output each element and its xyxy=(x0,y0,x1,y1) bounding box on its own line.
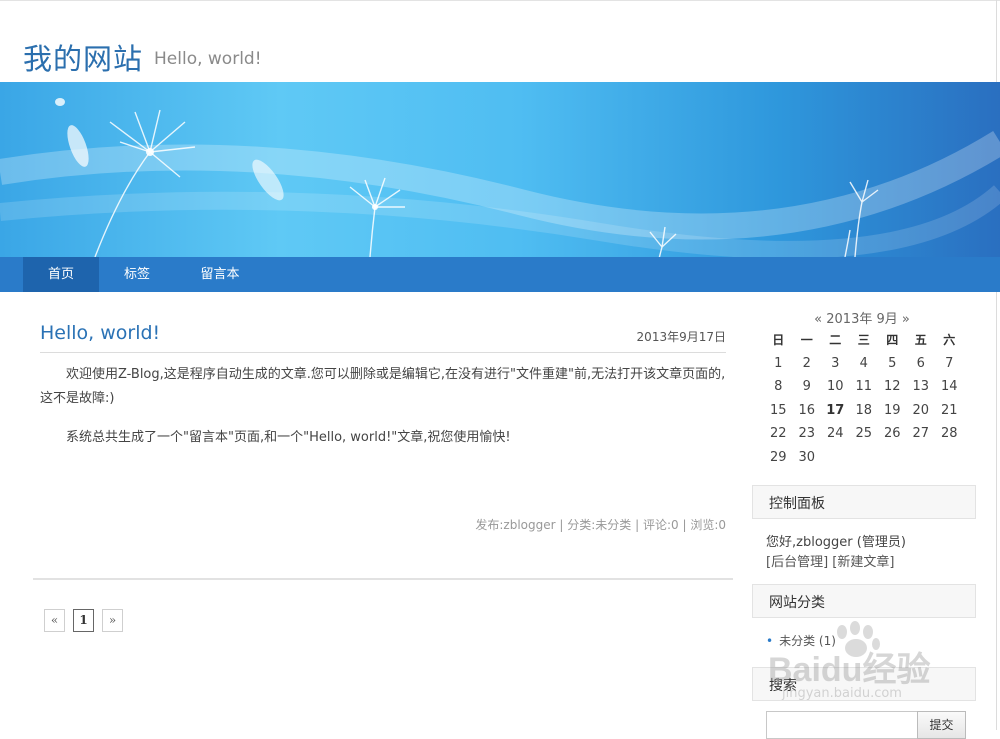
calendar-day: 8 xyxy=(774,379,783,395)
header-banner xyxy=(0,82,1000,257)
calendar-weekday: 六 xyxy=(943,333,956,348)
calendar-weekday: 二 xyxy=(829,333,842,348)
nav-item-tags[interactable]: 标签 xyxy=(104,257,170,292)
calendar-day: 15 xyxy=(769,402,787,418)
calendar-empty-cell xyxy=(821,446,850,470)
dandelion-banner-art xyxy=(0,98,1000,257)
calendar-day: 22 xyxy=(769,426,787,442)
calendar-weekday: 五 xyxy=(914,333,927,348)
calendar-day: 1 xyxy=(774,355,783,371)
main-nav: 首页 标签 留言本 xyxy=(0,257,1000,292)
calendar-empty-cell xyxy=(878,446,907,470)
widget-title: 搜索 xyxy=(769,678,797,694)
control-panel-greeting: 您好,zblogger (管理员) xyxy=(766,535,906,550)
category-label: 未分类 (1) xyxy=(779,634,836,648)
calendar-empty-cell xyxy=(935,446,964,470)
widget-title: 控制面板 xyxy=(769,496,825,512)
calendar-day: 27 xyxy=(912,426,930,442)
calendar-day: 9 xyxy=(802,379,811,395)
calendar-day: 20 xyxy=(912,402,930,418)
calendar-day: 29 xyxy=(769,449,787,465)
calendar-day: 23 xyxy=(798,426,816,442)
calendar-day: 12 xyxy=(883,379,901,395)
post-paragraph: 欢迎使用Z-Blog,这是程序自动生成的文章.您可以删除或是编辑它,在没有进行"… xyxy=(40,367,726,406)
bullet-icon: • xyxy=(766,634,774,648)
site-title[interactable]: 我的网站 xyxy=(23,36,143,78)
category-item[interactable]: • 未分类 (1) xyxy=(766,632,836,649)
nav-item-guestbook[interactable]: 留言本 xyxy=(184,257,256,292)
calendar-day: 11 xyxy=(855,379,873,395)
post-meta: 发布:zblogger | 分类:未分类 | 评论:0 | 浏览:0 xyxy=(475,518,726,532)
post-date: 2013年9月17日 xyxy=(636,330,726,344)
search-input[interactable] xyxy=(766,711,918,739)
pager-prev-button[interactable]: « xyxy=(44,609,65,632)
calendar-day: 3 xyxy=(831,355,840,371)
calendar-header: « 2013年 9月 » xyxy=(762,308,962,327)
calendar-day: 2 xyxy=(802,355,811,371)
calendar-next-month[interactable]: » xyxy=(902,312,910,327)
control-panel-links: [后台管理] [新建文章] xyxy=(766,551,894,570)
pager-current-page[interactable]: 1 xyxy=(73,609,94,632)
calendar-weekday: 四 xyxy=(886,333,899,348)
calendar-day: 6 xyxy=(916,355,925,371)
widget-header-search: 搜索 xyxy=(752,667,976,701)
calendar-day: 10 xyxy=(826,379,844,395)
post-paragraph: 系统总共生成了一个"留言本"页面,和一个"Hello, world!"文章,祝您… xyxy=(66,430,511,445)
calendar-weekday: 三 xyxy=(857,333,870,348)
calendar-day: 26 xyxy=(883,426,901,442)
calendar-day: 30 xyxy=(798,449,816,465)
calendar-empty-cell xyxy=(850,446,879,470)
calendar-day: 24 xyxy=(826,426,844,442)
calendar-day: 25 xyxy=(855,426,873,442)
calendar-weekday: 日 xyxy=(772,333,785,348)
admin-link[interactable]: [后台管理] xyxy=(766,555,828,570)
widget-title: 网站分类 xyxy=(769,595,825,611)
calendar-day: 4 xyxy=(859,355,868,371)
calendar-day: 16 xyxy=(798,402,816,418)
post-separator xyxy=(33,578,733,580)
post-title-divider xyxy=(40,352,726,353)
calendar-day: 21 xyxy=(940,402,958,418)
calendar-day: 7 xyxy=(945,355,954,371)
post-title[interactable]: Hello, world! xyxy=(40,322,160,344)
calendar-day: 14 xyxy=(940,379,958,395)
calendar-day: 19 xyxy=(883,402,901,418)
calendar-weekday: 一 xyxy=(800,333,813,348)
calendar-day: 5 xyxy=(888,355,897,371)
calendar-prev-month[interactable]: « xyxy=(814,312,822,327)
calendar-empty-cell xyxy=(907,446,936,470)
calendar-day: 13 xyxy=(912,379,930,395)
nav-item-home[interactable]: 首页 xyxy=(23,257,99,292)
calendar-grid: 日一二三四五六 1 2 3 4 5 6 7 8 9 10 11 12 13 14 15 16 17 18 19 20 2… xyxy=(764,328,964,469)
calendar-day: 17 xyxy=(826,402,845,418)
search-submit-button[interactable]: 提交 xyxy=(917,711,966,739)
new-post-link[interactable]: [新建文章] xyxy=(832,555,894,570)
pager-next-button[interactable]: » xyxy=(102,609,123,632)
frame-top-line xyxy=(0,0,1000,1)
calendar-title: 2013年 9月 xyxy=(826,312,898,327)
widget-header-control-panel: 控制面板 xyxy=(752,485,976,519)
calendar-day: 28 xyxy=(940,426,958,442)
calendar-day: 18 xyxy=(855,402,873,418)
site-subtitle: Hello, world! xyxy=(154,49,262,69)
widget-header-categories: 网站分类 xyxy=(752,584,976,618)
